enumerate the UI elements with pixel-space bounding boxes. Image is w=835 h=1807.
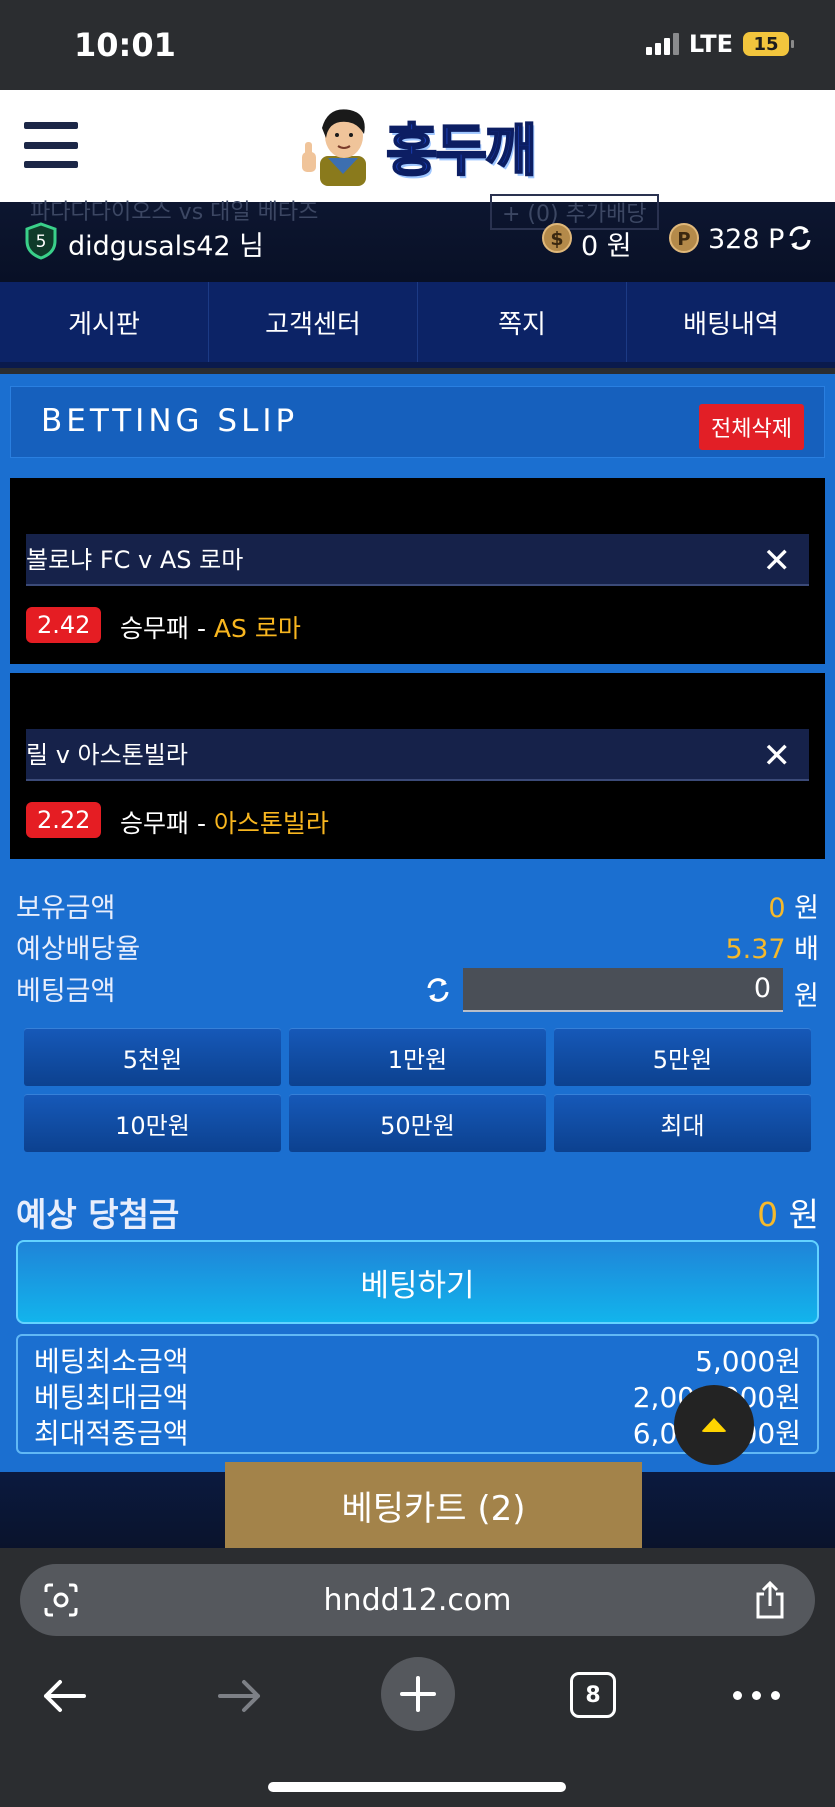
- new-tab-button[interactable]: [381, 1657, 455, 1731]
- status-time: 10:01: [74, 26, 176, 64]
- bet-card: 볼로냐 FC v AS 로마 ✕ 2.42 승무패 - AS 로마: [10, 478, 825, 664]
- remove-bet-icon[interactable]: ✕: [763, 739, 792, 773]
- ghost-bonus-text: + (0) 추가배당: [490, 194, 659, 230]
- logo-text: 홍두깨: [385, 118, 538, 185]
- amount-500k-button[interactable]: 50만원: [289, 1094, 546, 1152]
- back-arrow-icon[interactable]: [40, 1678, 88, 1714]
- nav-customer-center[interactable]: 고객센터: [209, 282, 418, 362]
- bet-pick: 승무패 - AS 로마: [120, 609, 301, 645]
- expected-win-label: 예상 당첨금: [16, 1195, 180, 1234]
- slip-title: BETTING SLIP: [41, 403, 299, 439]
- address-bar[interactable]: hndd12.com: [20, 1564, 815, 1636]
- user-bar: 파다다다이오스 vs 대일 베타즈 + (0) 추가배당 5 didgusals…: [0, 194, 835, 282]
- hamburger-icon[interactable]: [24, 122, 78, 168]
- username[interactable]: didgusals42 님: [68, 224, 264, 263]
- place-bet-button[interactable]: 베팅하기: [16, 1240, 819, 1324]
- tabs-button[interactable]: 8: [570, 1672, 616, 1718]
- scroll-to-top-button[interactable]: [674, 1385, 754, 1465]
- limit-row: 베팅최소금액 5,000원: [34, 1340, 801, 1378]
- odds-value: 5.37 배: [725, 934, 819, 965]
- point-coin-icon: P: [669, 223, 699, 253]
- limit-value: 5,000원: [695, 1345, 801, 1378]
- match-name: 볼로냐 FC v AS 로마: [26, 546, 244, 574]
- amount-5k-button[interactable]: 5천원: [24, 1028, 281, 1086]
- status-icons: LTE 15: [645, 30, 794, 58]
- chevron-up-icon: [701, 1418, 727, 1432]
- browser-chrome: hndd12.com 8: [0, 1548, 835, 1807]
- amount-50k-button[interactable]: 5만원: [554, 1028, 811, 1086]
- battery-icon: 15: [743, 32, 794, 56]
- market-label: 승무패 -: [120, 614, 206, 643]
- ghost-match-text: 파다다다이오스 vs 대일 베타즈: [30, 200, 319, 225]
- limit-label: 최대적중금액: [34, 1417, 189, 1450]
- more-options-icon[interactable]: [733, 1691, 780, 1700]
- odd-badge: 2.22: [26, 802, 102, 838]
- expected-win-value: 0 원: [757, 1195, 819, 1234]
- signal-icon: [645, 33, 679, 55]
- limit-label: 베팅최소금액: [34, 1345, 189, 1378]
- odd-badge: 2.42: [26, 607, 102, 643]
- nav-board[interactable]: 게시판: [0, 282, 209, 362]
- plus-icon: [400, 1676, 436, 1712]
- betting-cart-button[interactable]: 베팅카트 (2): [225, 1462, 642, 1548]
- svg-text:5: 5: [36, 232, 47, 252]
- amount-100k-button[interactable]: 10만원: [24, 1094, 281, 1152]
- status-bar: 10:01 LTE 15: [0, 0, 835, 90]
- market-label: 승무패 -: [120, 809, 206, 838]
- bet-match: 볼로냐 FC v AS 로마 ✕: [26, 534, 809, 586]
- balance-label: 보유금액: [16, 893, 116, 924]
- reset-stake-icon[interactable]: [424, 975, 452, 1005]
- network-label: LTE: [688, 30, 733, 58]
- money-coin-icon: $: [542, 223, 572, 253]
- remove-bet-icon[interactable]: ✕: [763, 544, 792, 578]
- slip-header: BETTING SLIP 전체삭제: [10, 386, 825, 458]
- nav-messages[interactable]: 쪽지: [418, 282, 627, 362]
- balance-value: 0 원: [768, 893, 819, 924]
- home-indicator: [268, 1782, 566, 1792]
- expected-win-row: 예상 당첨금 0 원: [16, 1188, 819, 1236]
- odds-label: 예상배당율: [16, 934, 141, 965]
- point-balance: 328 P: [708, 224, 785, 255]
- limit-label: 베팅최대금액: [34, 1381, 189, 1414]
- clear-all-button[interactable]: 전체삭제: [699, 404, 804, 450]
- refresh-points-icon[interactable]: [786, 224, 814, 252]
- page-lens-icon[interactable]: [42, 1582, 80, 1618]
- selection-label: AS 로마: [213, 614, 301, 643]
- selection-label: 아스톤빌라: [213, 809, 329, 838]
- share-icon[interactable]: [753, 1580, 787, 1620]
- nav-bet-history[interactable]: 배팅내역: [627, 282, 835, 362]
- site-logo[interactable]: 홍두깨: [298, 104, 538, 188]
- bet-match: 릴 v 아스톤빌라 ✕: [26, 729, 809, 781]
- svg-text:P: P: [677, 229, 690, 250]
- svg-text:$: $: [550, 228, 563, 250]
- page: 10:01 LTE 15 홍두깨 파다다다이오스 vs 대일 베타즈 + (0)…: [0, 0, 835, 1807]
- stake-unit: 원: [794, 981, 819, 1012]
- stake-label: 베팅금액: [16, 976, 116, 1007]
- stake-input[interactable]: 0: [463, 968, 783, 1012]
- amount-10k-button[interactable]: 1만원: [289, 1028, 546, 1086]
- match-name: 릴 v 아스톤빌라: [26, 741, 188, 769]
- level-shield-icon: 5: [25, 222, 57, 260]
- forward-arrow-icon: [218, 1680, 260, 1712]
- bet-pick: 승무패 - 아스톤빌라: [120, 804, 329, 840]
- money-balance: 0 원: [581, 231, 632, 262]
- bet-card: 릴 v 아스톤빌라 ✕ 2.22 승무패 - 아스톤빌라: [10, 673, 825, 859]
- main-nav: 게시판 고객센터 쪽지 배팅내역: [0, 282, 835, 368]
- logo-character-icon: [302, 109, 366, 186]
- amount-max-button[interactable]: 최대: [554, 1094, 811, 1152]
- url-text: hndd12.com: [323, 1582, 512, 1618]
- site-header: 홍두깨: [0, 90, 835, 202]
